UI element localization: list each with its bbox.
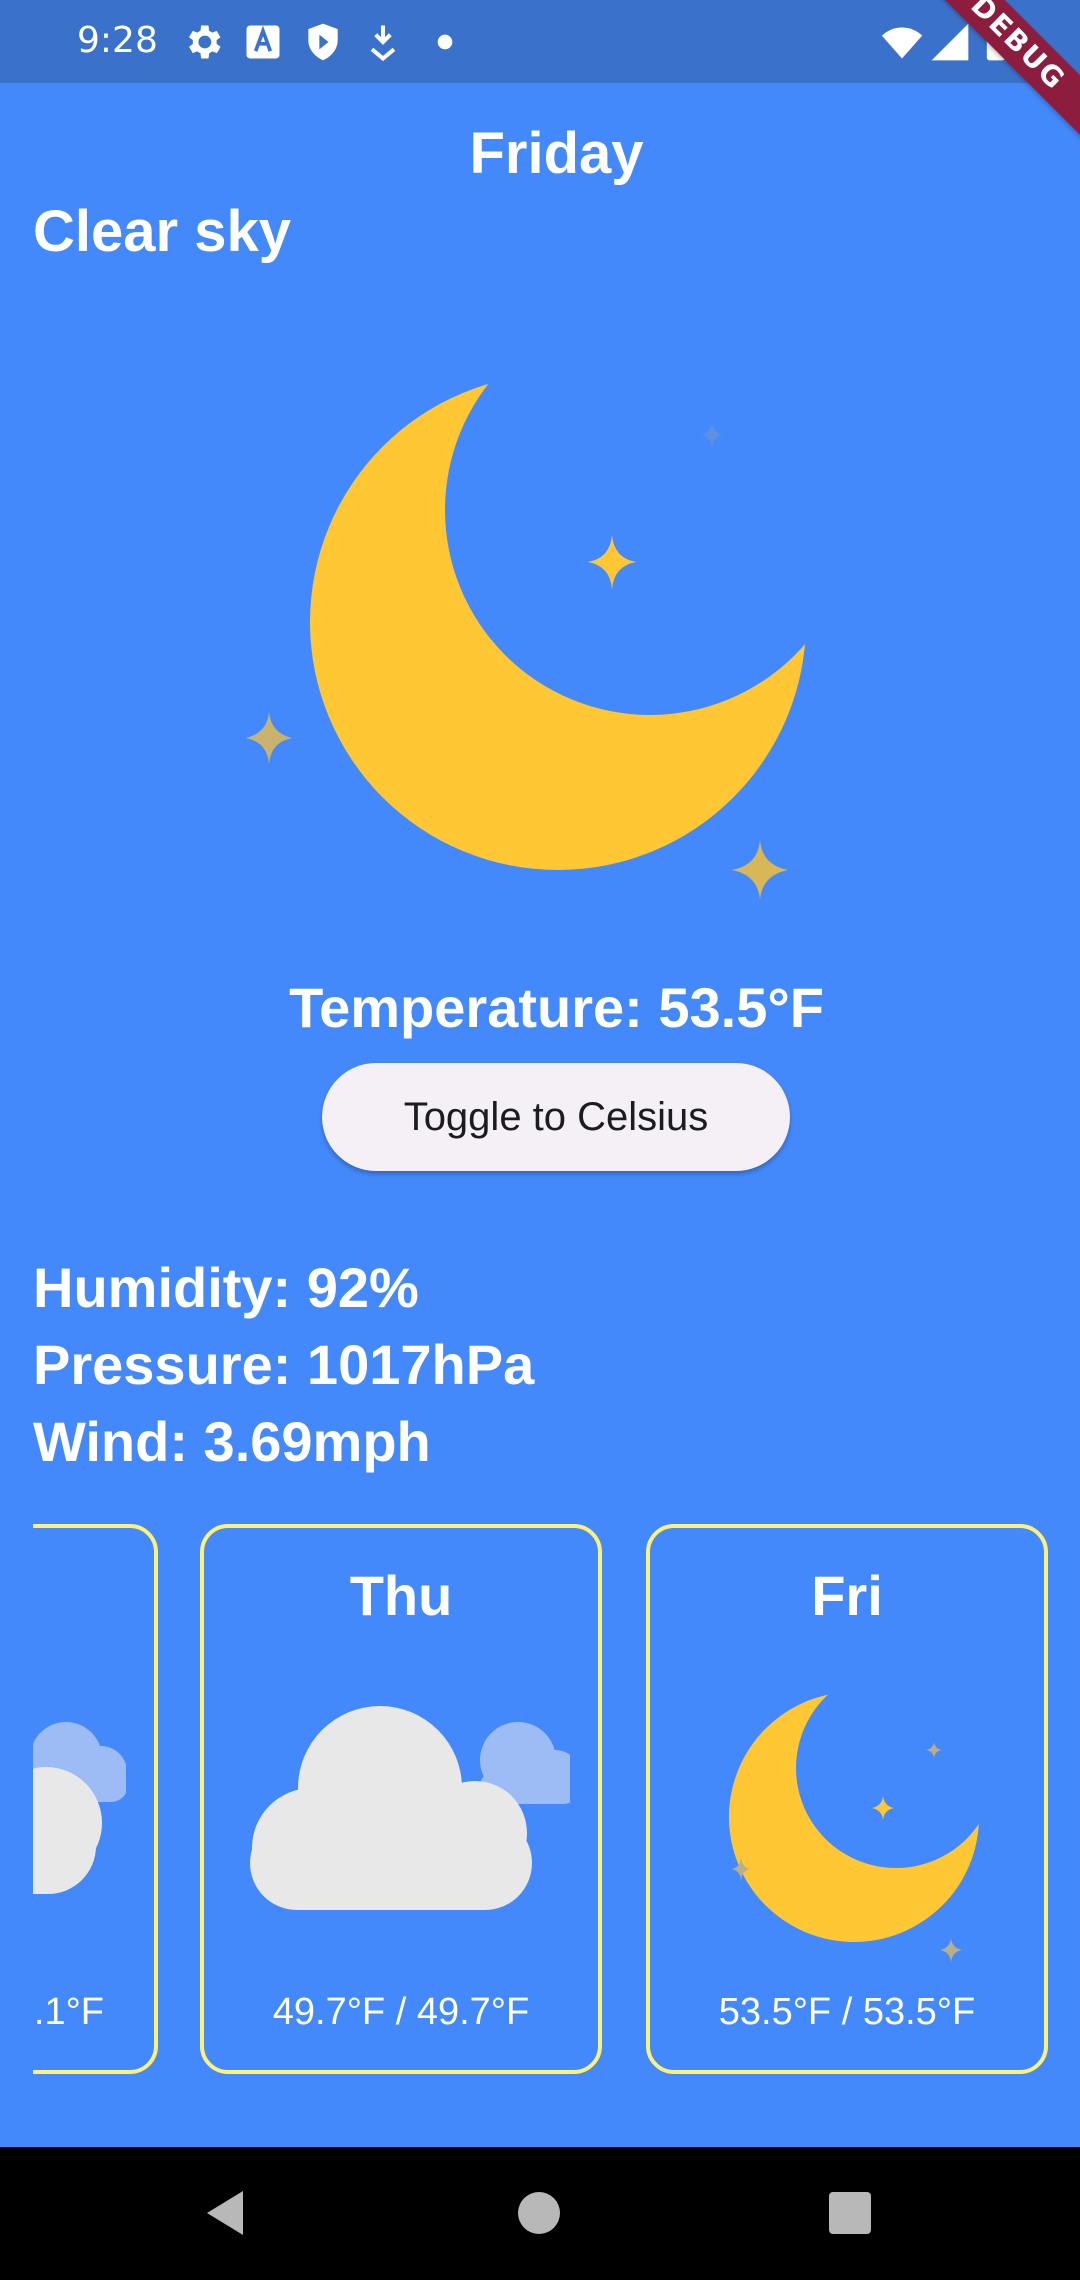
cloud-icon — [250, 1706, 570, 1910]
settings-icon — [189, 25, 221, 59]
forecast-card[interactable]: Thu 49.7°F / 49.7°F — [200, 1524, 602, 2074]
forecast-day: Thu — [349, 1564, 453, 1627]
home-icon[interactable] — [509, 2183, 569, 2243]
wind-readout: Wind: 3.69mph — [33, 1410, 431, 1473]
shield-icon — [308, 23, 338, 61]
forecast-temps: 49.7°F / 49.7°F — [272, 1991, 530, 2033]
wifi-icon — [881, 27, 923, 59]
weather-condition: Clear sky — [33, 199, 291, 264]
forecast-list[interactable]: .1°F Thu 49.7°F / 49.7°F Fri 53.5°F / 53… — [33, 1520, 1080, 2082]
navigation-bar — [0, 2147, 1080, 2280]
moon-stars-icon — [729, 1692, 979, 1962]
recents-icon[interactable] — [820, 2183, 880, 2243]
forecast-card[interactable]: Fri 53.5°F / 53.5°F — [646, 1524, 1048, 2074]
download-icon — [370, 25, 396, 62]
status-time: 9:28 — [77, 20, 158, 61]
a-notification-icon — [246, 25, 280, 59]
humidity-readout: Humidity: 92% — [33, 1256, 419, 1319]
signal-icon — [931, 23, 969, 61]
cloud-icon — [33, 1722, 126, 1894]
toggle-celsius-button[interactable]: Toggle to Celsius — [322, 1063, 790, 1171]
dot-icon — [437, 34, 453, 50]
page-title: Friday — [469, 121, 644, 186]
status-bar: 9:28 — [0, 0, 1080, 83]
moon-stars-icon — [246, 374, 806, 900]
temperature-readout: Temperature: 53.5°F — [289, 976, 824, 1039]
forecast-temps: .1°F — [33, 1991, 104, 2033]
back-icon[interactable] — [195, 2183, 255, 2243]
forecast-temps: 53.5°F / 53.5°F — [718, 1991, 976, 2033]
pressure-readout: Pressure: 1017hPa — [33, 1333, 535, 1396]
forecast-card[interactable]: .1°F — [33, 1524, 158, 2074]
app-screen: 9:28 DEBUG Friday Clear sky Temperature:… — [0, 0, 1080, 2280]
forecast-day: Fri — [811, 1564, 883, 1627]
